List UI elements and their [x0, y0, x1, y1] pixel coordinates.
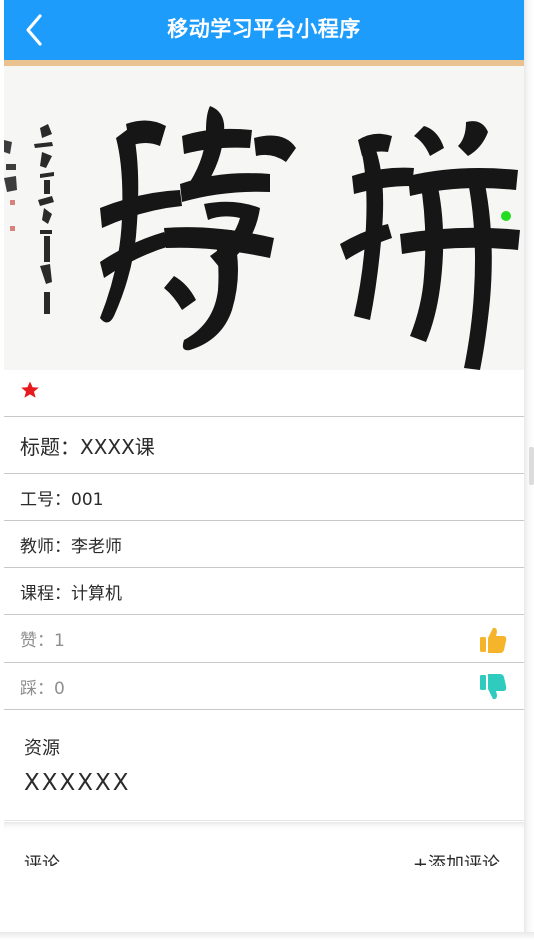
course-title: 标题：XXXX课 — [20, 434, 155, 459]
thumbs-down-icon[interactable] — [478, 672, 508, 706]
id-row: 工号：001 — [4, 473, 524, 520]
dislikes-count: 踩：0 — [20, 678, 65, 699]
comments-header: 评论 +添加评论 — [4, 822, 524, 866]
resource-section: 资源 XXXXXX — [4, 709, 524, 821]
course-name: 课程：计算机 — [20, 583, 122, 604]
app-screen: 移动学习平台小程序 标题：XXXX课 工号：001 教师：李老师 课程：计算机 … — [4, 0, 524, 932]
dislikes-row: 踩：0 — [4, 662, 524, 709]
thumbs-up-icon[interactable] — [478, 625, 508, 659]
title-row: 标题：XXXX课 — [4, 416, 524, 473]
staff-id: 工号：001 — [20, 489, 104, 510]
course-cover-image — [4, 66, 524, 370]
comments-label: 评论 — [24, 854, 60, 866]
teacher-row: 教师：李老师 — [4, 520, 524, 567]
add-comment-button[interactable]: +添加评论 — [413, 850, 500, 866]
teacher-name: 教师：李老师 — [20, 536, 122, 557]
scrollbar-handle[interactable] — [529, 447, 534, 485]
likes-count: 赞：1 — [20, 631, 65, 651]
course-row: 课程：计算机 — [4, 567, 524, 614]
favorite-star-icon[interactable] — [20, 380, 40, 400]
resource-label: 资源 — [24, 738, 60, 759]
resource-value[interactable]: XXXXXX — [24, 770, 131, 796]
window-bottom-shadow — [0, 932, 534, 940]
page-title: 移动学习平台小程序 — [167, 17, 361, 41]
app-header: 移动学习平台小程序 — [4, 0, 524, 60]
likes-row: 赞：1 — [4, 614, 524, 662]
